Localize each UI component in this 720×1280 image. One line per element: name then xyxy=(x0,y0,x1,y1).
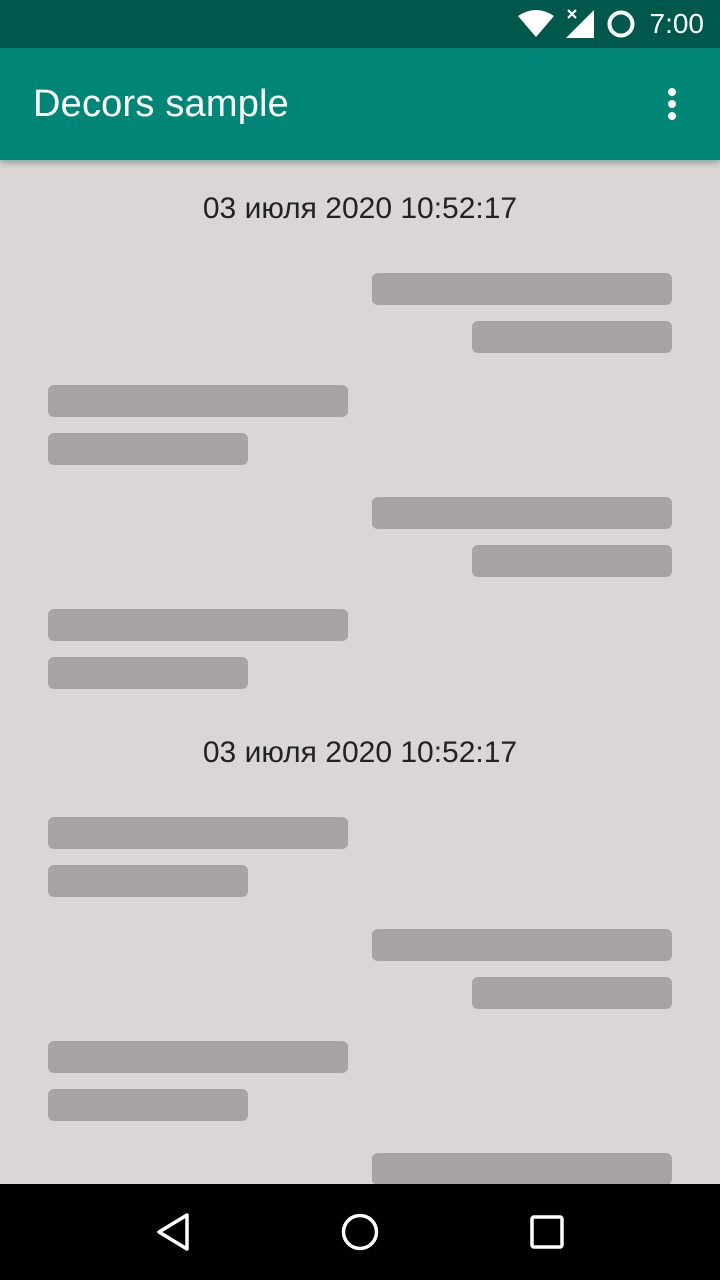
message-bubble-left xyxy=(48,433,248,465)
overflow-menu-icon xyxy=(668,88,676,120)
message-bubble-left xyxy=(48,865,248,897)
home-icon xyxy=(341,1213,379,1251)
message-bubble-right xyxy=(372,929,672,961)
message-bubble-right xyxy=(372,1153,672,1184)
app-bar: Decors sample xyxy=(0,48,720,160)
message-bubble-left xyxy=(48,385,348,417)
message-bubble-right xyxy=(472,977,672,1009)
wifi-icon xyxy=(517,10,554,38)
message-bubble-left xyxy=(48,1089,248,1121)
home-button[interactable] xyxy=(312,1184,408,1280)
status-icons: 7:00 xyxy=(517,8,705,40)
message-bubble-right xyxy=(372,273,672,305)
message-bubble-right xyxy=(472,321,672,353)
back-icon xyxy=(157,1213,190,1251)
recents-icon xyxy=(529,1215,564,1249)
message-bubble-left xyxy=(48,1041,348,1073)
overflow-menu-button[interactable] xyxy=(648,80,696,128)
back-button[interactable] xyxy=(125,1184,221,1280)
status-time: 7:00 xyxy=(649,8,705,39)
chat-list[interactable]: 03 июля 2020 10:52:17 03 июля 2020 10:52… xyxy=(0,160,720,1184)
navigation-bar xyxy=(0,1184,720,1280)
date-header: 03 июля 2020 10:52:17 xyxy=(202,736,518,769)
recents-button[interactable] xyxy=(499,1184,595,1280)
message-bubble-right xyxy=(372,497,672,529)
message-bubble-left xyxy=(48,609,348,641)
battery-icon xyxy=(606,9,636,39)
message-bubble-left xyxy=(48,817,348,849)
status-bar: 7:00 xyxy=(0,0,720,48)
app-title: Decors sample xyxy=(33,82,290,125)
date-header: 03 июля 2020 10:52:17 xyxy=(202,192,518,225)
message-bubble-left xyxy=(48,657,248,689)
cell-signal-icon xyxy=(564,8,596,40)
message-bubble-right xyxy=(472,545,672,577)
